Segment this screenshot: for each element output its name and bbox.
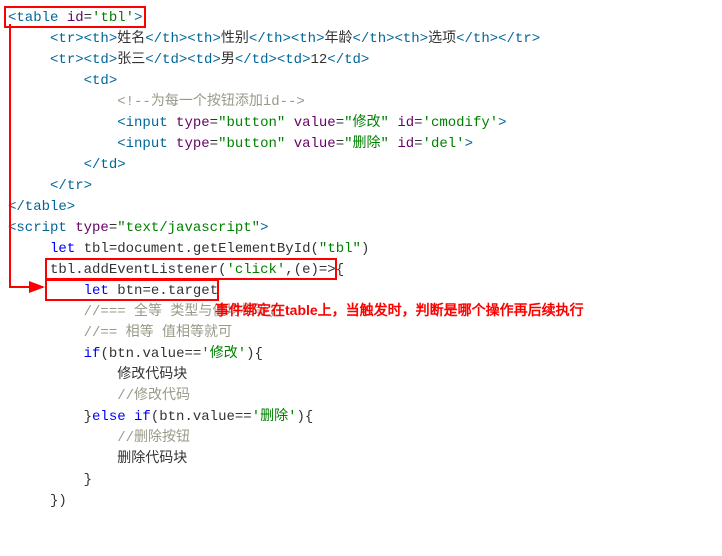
comment: //== 相等 值相等就可 xyxy=(84,325,232,341)
comment: <!--为每一个按钮添加id--> xyxy=(117,94,305,110)
code-block: <table id='tbl'> <tr><th>姓名</th><th>性别</… xyxy=(8,8,714,512)
comment: //修改代码 xyxy=(117,388,190,404)
code-line: <table xyxy=(8,10,58,26)
annotation-text: 事件绑定在table上，当触发时，判断是哪个操作再后续执行 xyxy=(215,300,584,321)
comment: //删除按钮 xyxy=(117,430,190,446)
